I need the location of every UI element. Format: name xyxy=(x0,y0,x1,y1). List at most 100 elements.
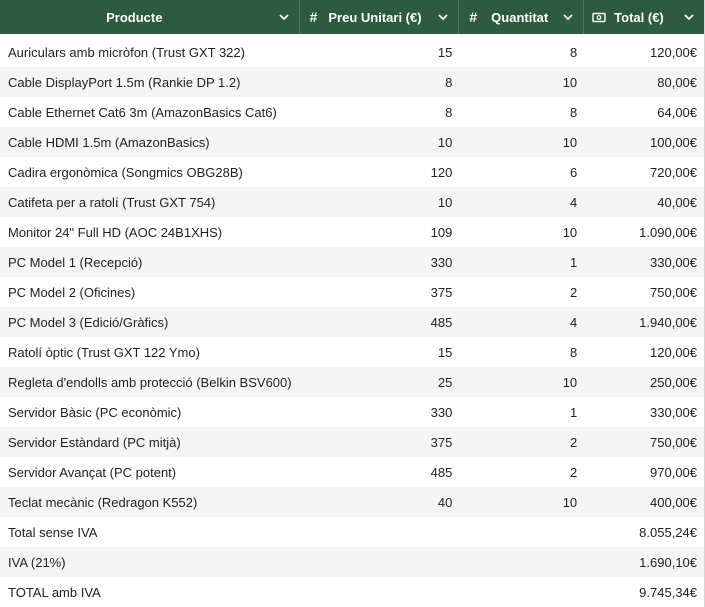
cell-quantity[interactable]: 8 xyxy=(459,45,584,60)
chevron-down-icon[interactable] xyxy=(277,10,291,24)
cell-product[interactable]: Cadira ergonòmica (Songmics OBG28B) xyxy=(0,165,300,180)
cell-total[interactable]: 1.940,00€ xyxy=(584,315,704,330)
table-row[interactable]: Teclat mecànic (Redragon K552) 40 10 400,00… xyxy=(0,487,704,517)
column-header-label: Preu Unitari (€) xyxy=(328,9,422,25)
cell-total[interactable]: 40,00€ xyxy=(584,195,704,210)
table-row[interactable]: Cable DisplayPort 1.5m (Rankie DP 1.2) 8 1… xyxy=(0,67,704,97)
cell-quantity[interactable]: 8 xyxy=(459,345,584,360)
cell-product[interactable]: Servidor Bàsic (PC econòmic) xyxy=(0,405,300,420)
cell-unit-price[interactable]: 485 xyxy=(300,465,460,480)
chevron-down-icon[interactable] xyxy=(436,10,450,24)
cell-total[interactable]: 750,00€ xyxy=(584,285,704,300)
table-row[interactable]: Servidor Estàndard (PC mitjà) 375 2 750,00€ xyxy=(0,427,704,457)
table-row[interactable]: PC Model 3 (Edició/Gràfics) 485 4 1.940,00€ xyxy=(0,307,704,337)
table-row[interactable]: Cable HDMI 1.5m (AmazonBasics) 10 10 100,00… xyxy=(0,127,704,157)
table-row[interactable]: Auriculars amb micròfon (Trust GXT 322) 1… xyxy=(0,37,704,67)
column-header-total[interactable]: Total (€) xyxy=(584,0,704,34)
cell-product[interactable]: PC Model 2 (Oficines) xyxy=(0,285,300,300)
table-row[interactable]: Regleta d'endolls amb protecció (Belkin … xyxy=(0,367,704,397)
cell-unit-price[interactable]: 15 xyxy=(300,345,460,360)
cell-total[interactable]: 330,00€ xyxy=(584,255,704,270)
cell-product[interactable]: Teclat mecànic (Redragon K552) xyxy=(0,495,300,510)
cell-total[interactable]: 1.090,00€ xyxy=(584,225,704,240)
cell-total[interactable]: 1.690,10€ xyxy=(584,555,704,570)
cell-product[interactable]: Total sense IVA xyxy=(0,525,300,540)
cell-product[interactable]: Servidor Avançat (PC potent) xyxy=(0,465,300,480)
cell-product[interactable]: Servidor Estàndard (PC mitjà) xyxy=(0,435,300,450)
cell-unit-price[interactable]: 485 xyxy=(300,315,460,330)
cell-quantity[interactable]: 10 xyxy=(459,495,584,510)
cell-total[interactable]: 120,00€ xyxy=(584,45,704,60)
cell-unit-price[interactable]: 109 xyxy=(300,225,460,240)
cell-total[interactable]: 9.745,34€ xyxy=(584,585,704,600)
cell-total[interactable]: 330,00€ xyxy=(584,405,704,420)
cell-product[interactable]: PC Model 3 (Edició/Gràfics) xyxy=(0,315,300,330)
cell-product[interactable]: Catifeta per a ratolí (Trust GXT 754) xyxy=(0,195,300,210)
cell-total[interactable]: 250,00€ xyxy=(584,375,704,390)
cell-total[interactable]: 750,00€ xyxy=(584,435,704,450)
cell-product[interactable]: IVA (21%) xyxy=(0,555,300,570)
table-row[interactable]: Cadira ergonòmica (Songmics OBG28B) 120 6 7… xyxy=(0,157,704,187)
column-header-price[interactable]: # Preu Unitari (€) xyxy=(300,0,460,34)
cell-unit-price[interactable]: 8 xyxy=(300,105,460,120)
cell-unit-price[interactable]: 15 xyxy=(300,45,460,60)
cell-quantity[interactable]: 6 xyxy=(459,165,584,180)
table-row[interactable]: Monitor 24" Full HD (AOC 24B1XHS) 109 10 1.… xyxy=(0,217,704,247)
cell-quantity[interactable]: 1 xyxy=(459,255,584,270)
cell-unit-price[interactable]: 8 xyxy=(300,75,460,90)
cell-quantity[interactable]: 4 xyxy=(459,195,584,210)
table-row[interactable]: Catifeta per a ratolí (Trust GXT 754) 10 4… xyxy=(0,187,704,217)
cell-unit-price[interactable]: 330 xyxy=(300,405,460,420)
cell-quantity[interactable]: 10 xyxy=(459,135,584,150)
cell-product[interactable]: Regleta d'endolls amb protecció (Belkin … xyxy=(0,375,300,390)
cell-quantity[interactable]: 2 xyxy=(459,465,584,480)
table-header: Producte # Preu Unitari (€) # Quantitat xyxy=(0,0,704,34)
cell-product[interactable]: Cable Ethernet Cat6 3m (AmazonBasics Cat… xyxy=(0,105,300,120)
cell-unit-price[interactable]: 25 xyxy=(300,375,460,390)
table-row[interactable]: Total sense IVA 8.055,24€ xyxy=(0,517,704,547)
chevron-down-icon[interactable] xyxy=(561,10,575,24)
cell-quantity[interactable]: 10 xyxy=(459,225,584,240)
column-header-product[interactable]: Producte xyxy=(0,0,300,34)
cell-total[interactable]: 100,00€ xyxy=(584,135,704,150)
cell-total[interactable]: 720,00€ xyxy=(584,165,704,180)
column-header-quantity[interactable]: # Quantitat xyxy=(459,0,585,34)
cell-product[interactable]: TOTAL amb IVA xyxy=(0,585,300,600)
cell-unit-price[interactable]: 330 xyxy=(300,255,460,270)
cell-product[interactable]: PC Model 1 (Recepció) xyxy=(0,255,300,270)
cell-product[interactable]: Auriculars amb micròfon (Trust GXT 322) xyxy=(0,45,300,60)
cell-total[interactable]: 80,00€ xyxy=(584,75,704,90)
table-row[interactable]: Ratolí òptic (Trust GXT 122 Ymo) 15 8 120,0… xyxy=(0,337,704,367)
cell-total[interactable]: 8.055,24€ xyxy=(584,525,704,540)
table-row[interactable]: Servidor Avançat (PC potent) 485 2 970,00€ xyxy=(0,457,704,487)
cell-quantity[interactable]: 2 xyxy=(459,285,584,300)
cell-product[interactable]: Cable HDMI 1.5m (AmazonBasics) xyxy=(0,135,300,150)
cell-quantity[interactable]: 2 xyxy=(459,435,584,450)
cell-quantity[interactable]: 10 xyxy=(459,375,584,390)
table-row[interactable]: PC Model 2 (Oficines) 375 2 750,00€ xyxy=(0,277,704,307)
cell-unit-price[interactable]: 10 xyxy=(300,195,460,210)
cell-quantity[interactable]: 8 xyxy=(459,105,584,120)
cell-product[interactable]: Cable DisplayPort 1.5m (Rankie DP 1.2) xyxy=(0,75,300,90)
cell-unit-price[interactable]: 375 xyxy=(300,285,460,300)
cell-product[interactable]: Monitor 24" Full HD (AOC 24B1XHS) xyxy=(0,225,300,240)
number-type-icon: # xyxy=(309,9,318,25)
cell-quantity[interactable]: 10 xyxy=(459,75,584,90)
cell-total[interactable]: 400,00€ xyxy=(584,495,704,510)
cell-unit-price[interactable]: 10 xyxy=(300,135,460,150)
table-row[interactable]: IVA (21%) 1.690,10€ xyxy=(0,547,704,577)
cell-unit-price[interactable]: 375 xyxy=(300,435,460,450)
chevron-down-icon[interactable] xyxy=(682,10,696,24)
cell-unit-price[interactable]: 40 xyxy=(300,495,460,510)
cell-unit-price[interactable]: 120 xyxy=(300,165,460,180)
cell-product[interactable]: Ratolí òptic (Trust GXT 122 Ymo) xyxy=(0,345,300,360)
cell-total[interactable]: 120,00€ xyxy=(584,345,704,360)
table-row[interactable]: TOTAL amb IVA 9.745,34€ xyxy=(0,577,704,607)
cell-quantity[interactable]: 1 xyxy=(459,405,584,420)
table-row[interactable]: Servidor Bàsic (PC econòmic) 330 1 330,00€ xyxy=(0,397,704,427)
cell-total[interactable]: 970,00€ xyxy=(584,465,704,480)
cell-quantity[interactable]: 4 xyxy=(459,315,584,330)
table-row[interactable]: Cable Ethernet Cat6 3m (AmazonBasics Cat… xyxy=(0,97,704,127)
table-row[interactable]: PC Model 1 (Recepció) 330 1 330,00€ xyxy=(0,247,704,277)
cell-total[interactable]: 64,00€ xyxy=(584,105,704,120)
